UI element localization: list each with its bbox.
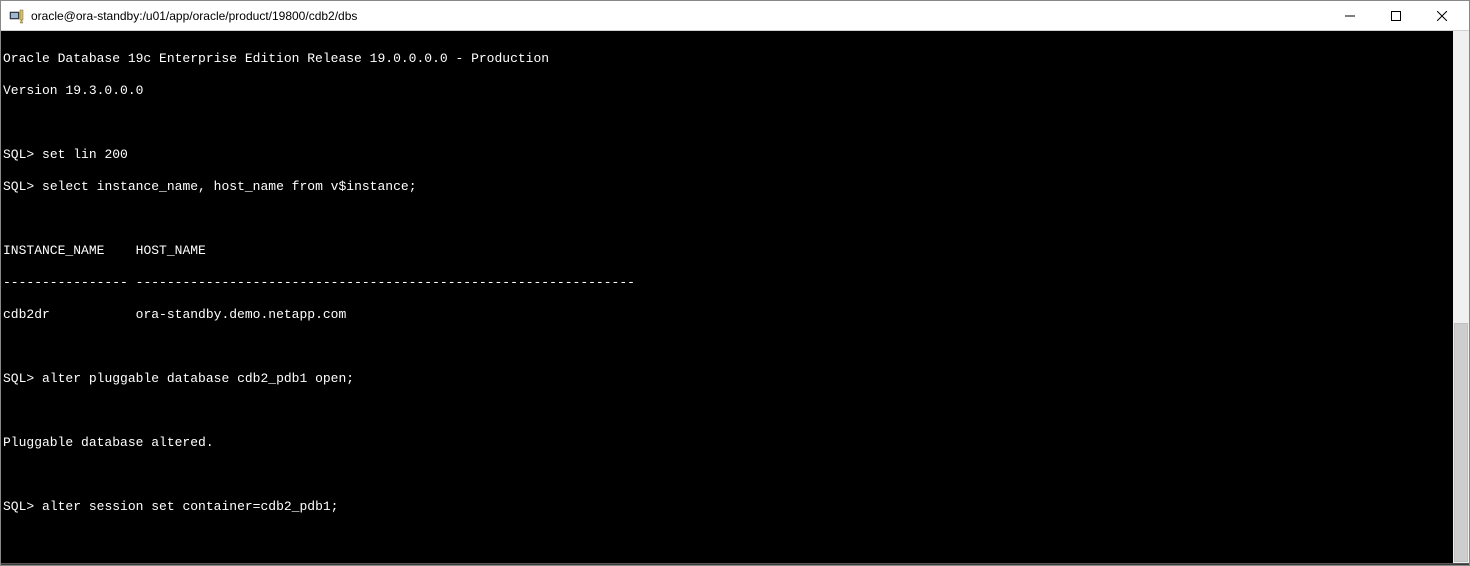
client-area: Oracle Database 19c Enterprise Edition R… bbox=[1, 31, 1469, 563]
col-header-instance-name: INSTANCE_NAME bbox=[3, 243, 104, 258]
cmd-alter-pdb: alter pluggable database cdb2_pdb1 open; bbox=[42, 371, 354, 386]
cmd-select-instance: select instance_name, host_name from v$i… bbox=[42, 179, 416, 194]
maximize-button[interactable] bbox=[1373, 1, 1419, 31]
close-button[interactable] bbox=[1419, 1, 1465, 31]
cmd-alter-session: alter session set container=cdb2_pdb1; bbox=[42, 499, 338, 514]
banner-line-1: Oracle Database 19c Enterprise Edition R… bbox=[3, 51, 549, 66]
status-bar bbox=[1, 563, 1469, 566]
titlebar[interactable]: oracle@ora-standby:/u01/app/oracle/produ… bbox=[1, 1, 1469, 31]
scrollbar-thumb[interactable] bbox=[1454, 323, 1468, 562]
col-header-host-name: HOST_NAME bbox=[136, 243, 206, 258]
cmd-set-lin: set lin 200 bbox=[42, 147, 128, 162]
sql-prompt: SQL> bbox=[3, 147, 34, 162]
rule-host: ----------------------------------------… bbox=[136, 275, 635, 290]
sql-prompt: SQL> bbox=[3, 499, 34, 514]
sql-prompt: SQL> bbox=[3, 371, 34, 386]
putty-icon bbox=[9, 8, 25, 24]
val-instance-name: cdb2dr bbox=[3, 307, 50, 322]
window-frame: oracle@ora-standby:/u01/app/oracle/produ… bbox=[0, 0, 1470, 566]
rule-instance: ---------------- bbox=[3, 275, 128, 290]
minimize-button[interactable] bbox=[1327, 1, 1373, 31]
val-host-name: ora-standby.demo.netapp.com bbox=[136, 307, 347, 322]
vertical-scrollbar[interactable] bbox=[1453, 31, 1469, 563]
window-title: oracle@ora-standby:/u01/app/oracle/produ… bbox=[31, 9, 357, 23]
sql-prompt: SQL> bbox=[3, 179, 34, 194]
terminal-output[interactable]: Oracle Database 19c Enterprise Edition R… bbox=[1, 31, 1453, 563]
banner-line-2: Version 19.3.0.0.0 bbox=[3, 83, 143, 98]
msg-pdb-altered: Pluggable database altered. bbox=[3, 435, 214, 450]
